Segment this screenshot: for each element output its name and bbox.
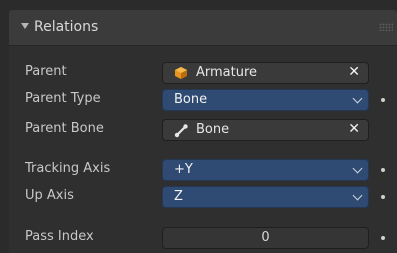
keyframe-dot-icon[interactable] [381, 98, 385, 102]
up-axis-label: Up Axis [25, 188, 74, 203]
collapse-triangle-icon[interactable] [21, 23, 29, 29]
relations-panel: Relations Parent Armature ✕ Parent Type … [9, 10, 397, 253]
chevron-down-icon [352, 163, 363, 174]
keyframe-dot-icon[interactable] [381, 236, 385, 240]
tracking-axis-label: Tracking Axis [25, 161, 111, 176]
armature-object-icon [175, 67, 187, 79]
pass-index-value: 0 [261, 230, 270, 245]
parent-field[interactable]: Armature ✕ [162, 62, 369, 84]
drag-grip-icon[interactable] [379, 23, 393, 31]
pass-index-label: Pass Index [25, 229, 94, 244]
parent-type-select[interactable]: Bone [162, 89, 369, 111]
parent-bone-value: Bone [196, 122, 230, 137]
up-axis-value: Z [174, 189, 183, 204]
clear-parent-icon[interactable]: ✕ [348, 64, 360, 80]
tracking-axis-select[interactable]: +Y [162, 159, 369, 181]
keyframe-dot-icon[interactable] [381, 195, 385, 199]
bone-icon [174, 124, 188, 138]
parent-value: Armature [196, 65, 258, 80]
parent-bone-label: Parent Bone [25, 121, 104, 136]
parent-bone-field[interactable]: Bone ✕ [162, 119, 369, 141]
parent-type-value: Bone [174, 92, 208, 107]
parent-label: Parent [25, 64, 67, 79]
chevron-down-icon [352, 190, 363, 201]
panel-title: Relations [34, 19, 99, 35]
tracking-axis-value: +Y [174, 162, 193, 177]
up-axis-select[interactable]: Z [162, 186, 369, 208]
pass-index-field[interactable]: 0 [162, 227, 369, 249]
chevron-down-icon [352, 93, 363, 104]
parent-type-label: Parent Type [25, 91, 101, 106]
keyframe-dot-icon[interactable] [381, 168, 385, 172]
panel-header[interactable]: Relations [9, 10, 397, 46]
clear-parent-bone-icon[interactable]: ✕ [348, 121, 360, 137]
